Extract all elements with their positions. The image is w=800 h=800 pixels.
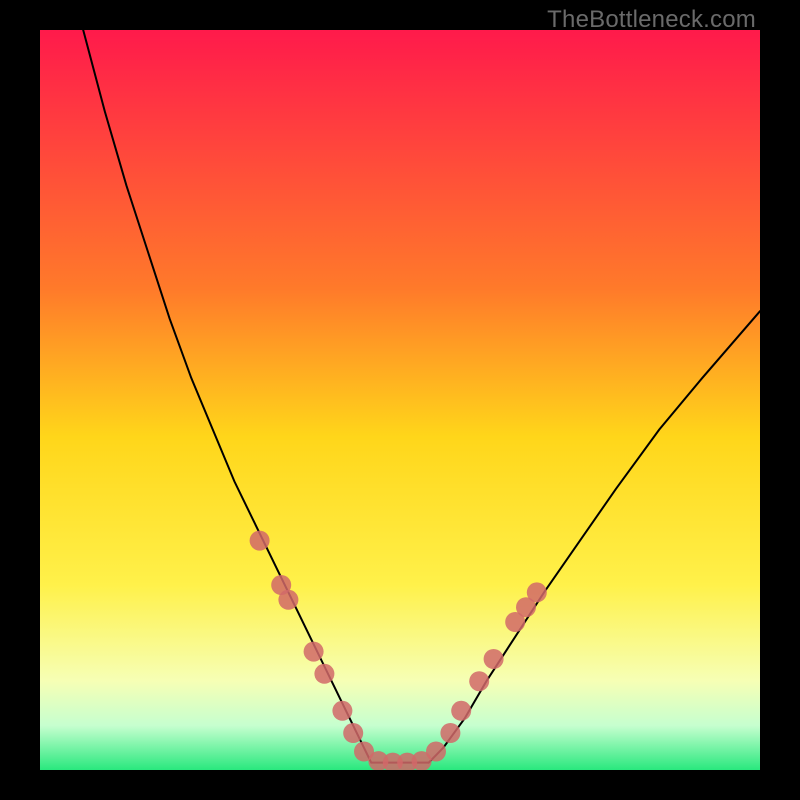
marker-dot <box>451 701 471 721</box>
marker-dot <box>278 590 298 610</box>
marker-dot <box>440 723 460 743</box>
marker-dot <box>426 742 446 762</box>
marker-dot <box>484 649 504 669</box>
chart-svg <box>40 30 760 770</box>
marker-dot <box>250 531 270 551</box>
marker-dot <box>527 582 547 602</box>
marker-dot <box>469 671 489 691</box>
marker-dot <box>343 723 363 743</box>
marker-dot <box>332 701 352 721</box>
plot-area <box>40 30 760 770</box>
marker-dot <box>314 664 334 684</box>
marker-dot <box>304 642 324 662</box>
chart-frame: TheBottleneck.com <box>0 0 800 800</box>
